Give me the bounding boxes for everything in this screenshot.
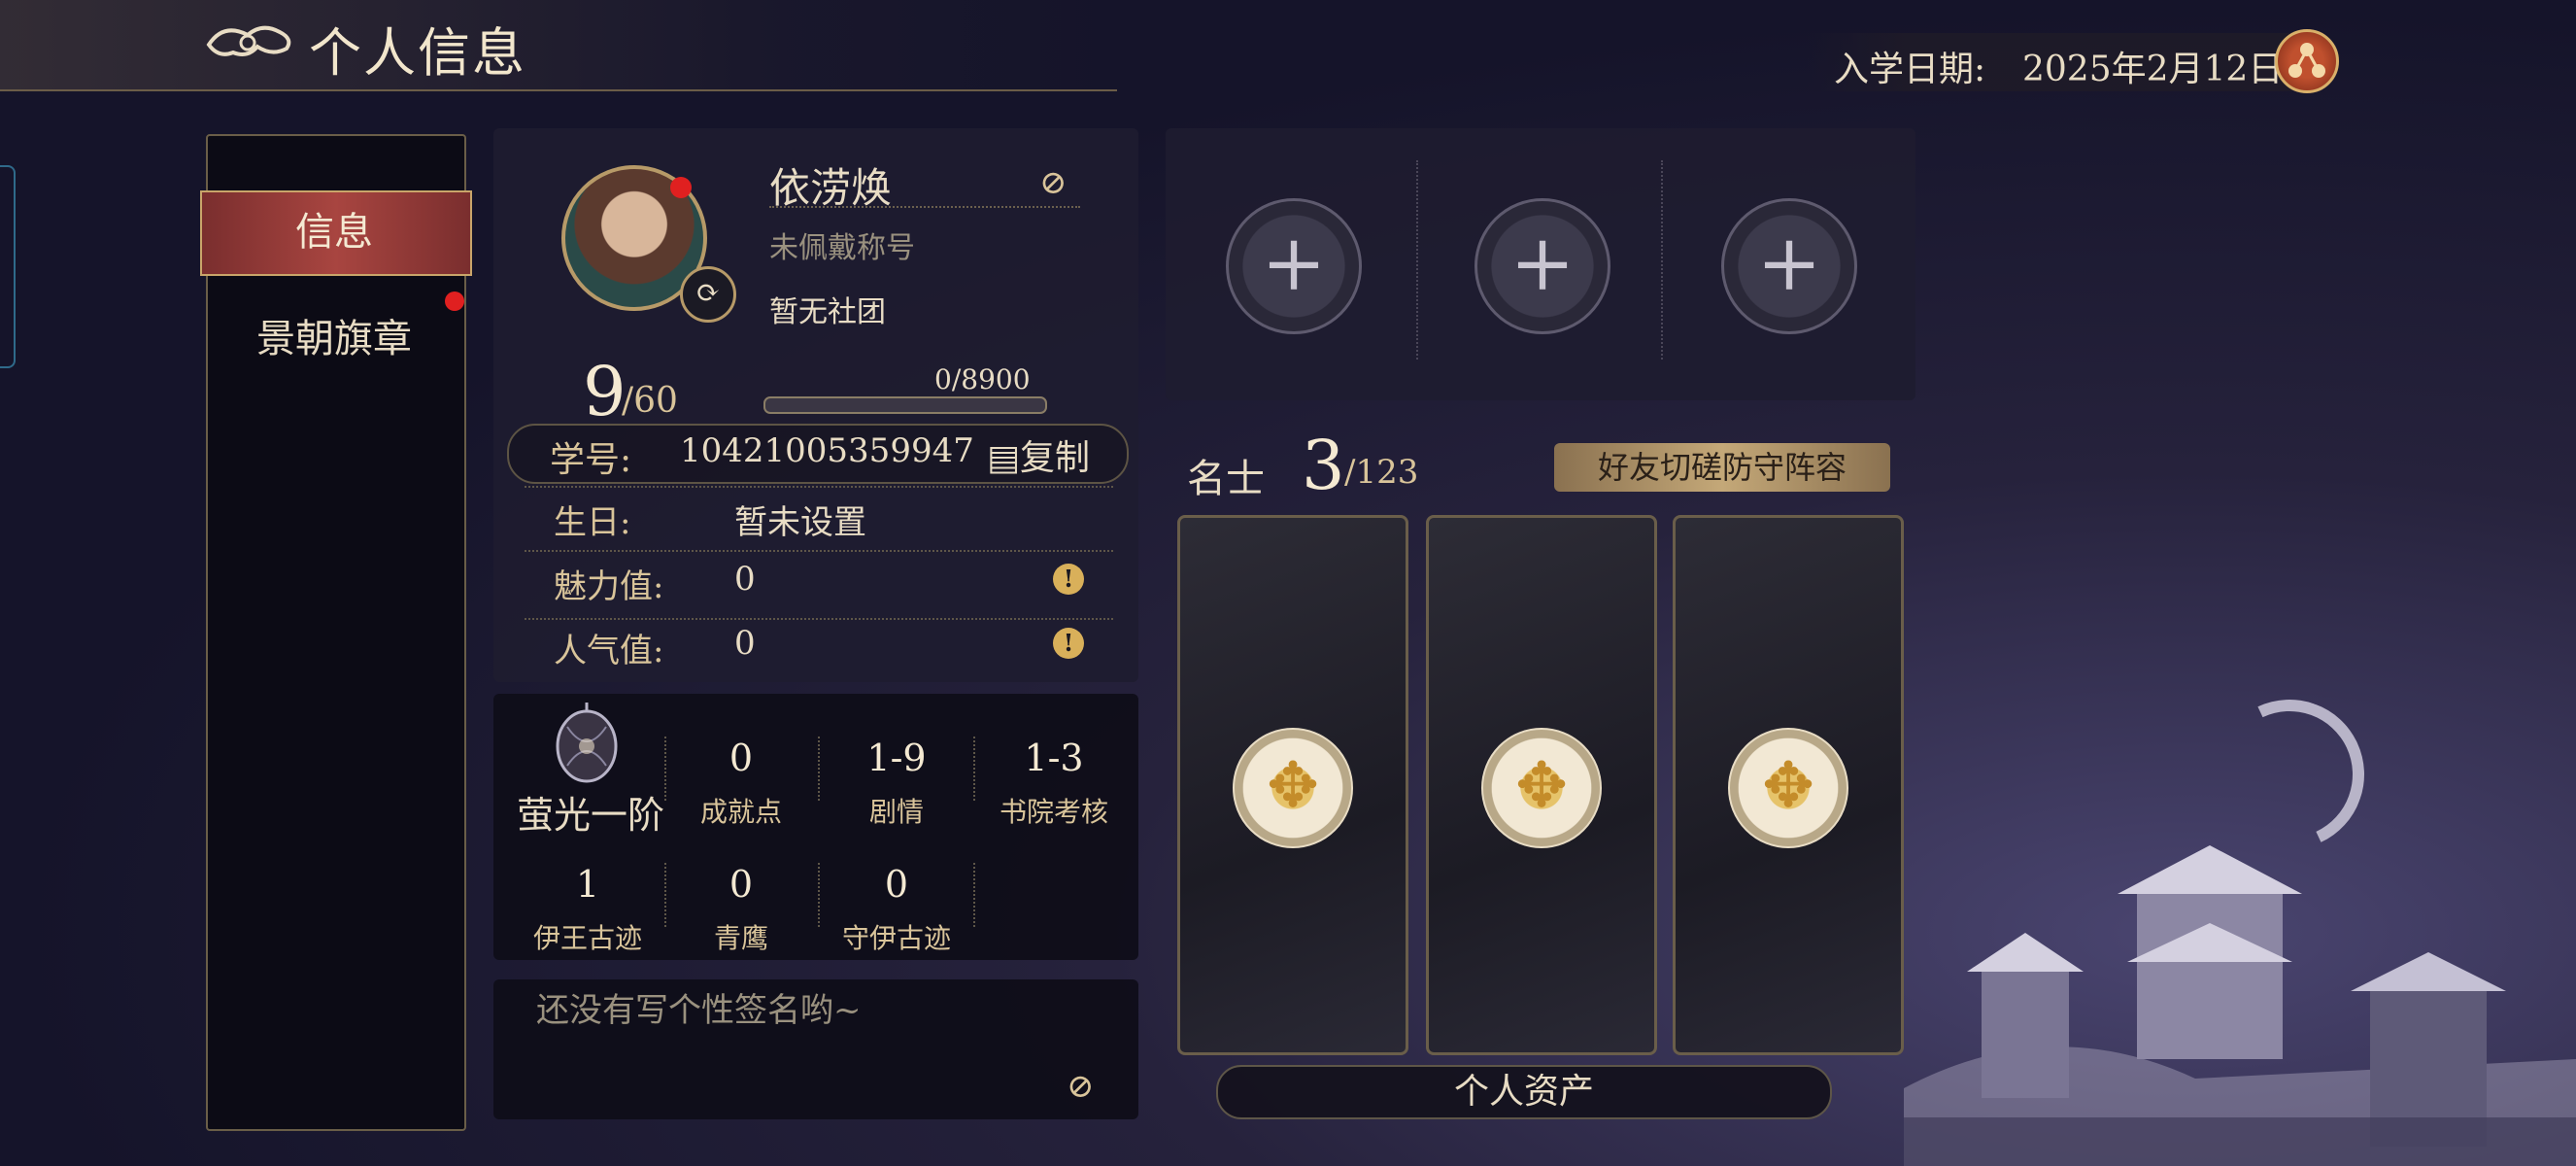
player-level: 9 — [583, 352, 627, 431]
signature-text[interactable]: 还没有写个性签名哟~ — [536, 983, 862, 1031]
mingshi-label: 名士 — [1187, 457, 1265, 501]
stat-label-achievement: 成就点 — [699, 796, 782, 828]
back-cloud-icon[interactable] — [204, 17, 296, 66]
divider — [973, 863, 975, 927]
divider — [973, 737, 975, 801]
divider — [664, 737, 666, 801]
add-slot-button[interactable]: + — [1226, 198, 1362, 334]
divider — [525, 550, 1113, 552]
popularity-value: 0 — [734, 624, 756, 663]
player-title[interactable]: 未佩戴称号 — [769, 223, 915, 266]
charm-label: 魅力值: — [554, 567, 664, 606]
stat-label-ruins: 伊王古迹 — [532, 922, 642, 954]
exp-text: 0/8900 — [934, 363, 1031, 395]
divider — [818, 863, 820, 927]
enroll-date-value: 2025年2月12日 — [2022, 50, 2284, 89]
copy-label: 复制 — [1020, 438, 1091, 478]
divider — [818, 737, 820, 801]
notification-dot — [445, 292, 464, 311]
mingshi-total: /123 — [1344, 453, 1419, 492]
avatar-notification-dot — [670, 177, 692, 198]
stat-label-eagle: 青鹰 — [713, 922, 768, 954]
name-divider — [769, 206, 1080, 208]
enroll-date-label: 入学日期: — [1834, 50, 1986, 89]
hide-eye-icon[interactable]: ⊘ — [1067, 1067, 1095, 1106]
stat-value-guard-ruins: 0 — [884, 863, 909, 906]
nav-tab-info-label[interactable]: 信息 — [200, 200, 468, 257]
share-icon — [2288, 43, 2325, 78]
birthday-label: 生日: — [554, 503, 631, 542]
divider — [525, 486, 1113, 488]
copy-icon: ▤ — [987, 438, 1021, 478]
stat-value-ruins: 1 — [575, 863, 600, 906]
nav-tab-banner[interactable]: 景朝旗章 — [206, 307, 462, 363]
hide-eye-icon[interactable]: ⊘ — [1039, 163, 1068, 202]
exp-progress-bar — [763, 396, 1047, 414]
side-nav — [206, 134, 466, 1131]
divider — [664, 863, 666, 927]
lantern-rank-icon[interactable] — [548, 698, 626, 795]
rank-label: 萤光一阶 — [517, 794, 665, 837]
mingshi-card-slot[interactable]: ✥ — [1673, 515, 1904, 1055]
charm-value: 0 — [734, 560, 756, 599]
stat-label-story: 剧情 — [868, 796, 924, 828]
swap-avatar-icon[interactable]: ⟳ — [680, 266, 736, 323]
player-level-max: /60 — [622, 381, 678, 421]
stat-label-guard-ruins: 守伊古迹 — [841, 922, 951, 954]
popularity-label: 人气值: — [554, 632, 664, 670]
side-drawer-handle[interactable] — [0, 165, 16, 368]
stat-value-eagle: 0 — [729, 863, 754, 906]
stat-value-achievement: 0 — [729, 737, 754, 779]
stat-value-exam: 1-3 — [1024, 737, 1084, 779]
mingshi-card-slot[interactable]: ✥ — [1177, 515, 1408, 1055]
club-name[interactable]: 暂无社团 — [769, 288, 886, 330]
birthday-value[interactable]: 暂未设置 — [734, 496, 866, 543]
student-id-label: 学号: — [550, 440, 632, 480]
empty-card-emblem-icon: ✥ — [1233, 728, 1353, 848]
personal-assets-button[interactable]: 个人资产 — [1216, 1065, 1832, 1119]
defense-lineup-button[interactable]: 好友切磋防守阵容 — [1554, 443, 1890, 492]
empty-card-emblem-icon: ✥ — [1481, 728, 1602, 848]
copy-id-button[interactable]: ▤复制 — [987, 429, 1090, 480]
stat-value-story: 1-9 — [866, 737, 927, 779]
add-slot-button[interactable]: + — [1474, 198, 1610, 334]
charm-info-icon[interactable]: ! — [1053, 564, 1084, 595]
divider — [1661, 160, 1663, 360]
title-bar — [0, 0, 1117, 91]
stat-label-exam: 书院考核 — [999, 796, 1108, 828]
divider — [1416, 160, 1418, 360]
empty-card-emblem-icon: ✥ — [1728, 728, 1848, 848]
mingshi-card-slot[interactable]: ✥ — [1426, 515, 1657, 1055]
divider — [525, 618, 1113, 620]
share-button[interactable] — [2275, 29, 2339, 93]
add-slot-button[interactable]: + — [1721, 198, 1857, 334]
mingshi-count: 3 — [1302, 426, 1345, 505]
student-id-value: 10421005359947 — [680, 431, 974, 470]
popularity-info-icon[interactable]: ! — [1053, 628, 1084, 659]
palace-scenery — [1904, 845, 2576, 1166]
page-title: 个人信息 — [309, 22, 526, 84]
